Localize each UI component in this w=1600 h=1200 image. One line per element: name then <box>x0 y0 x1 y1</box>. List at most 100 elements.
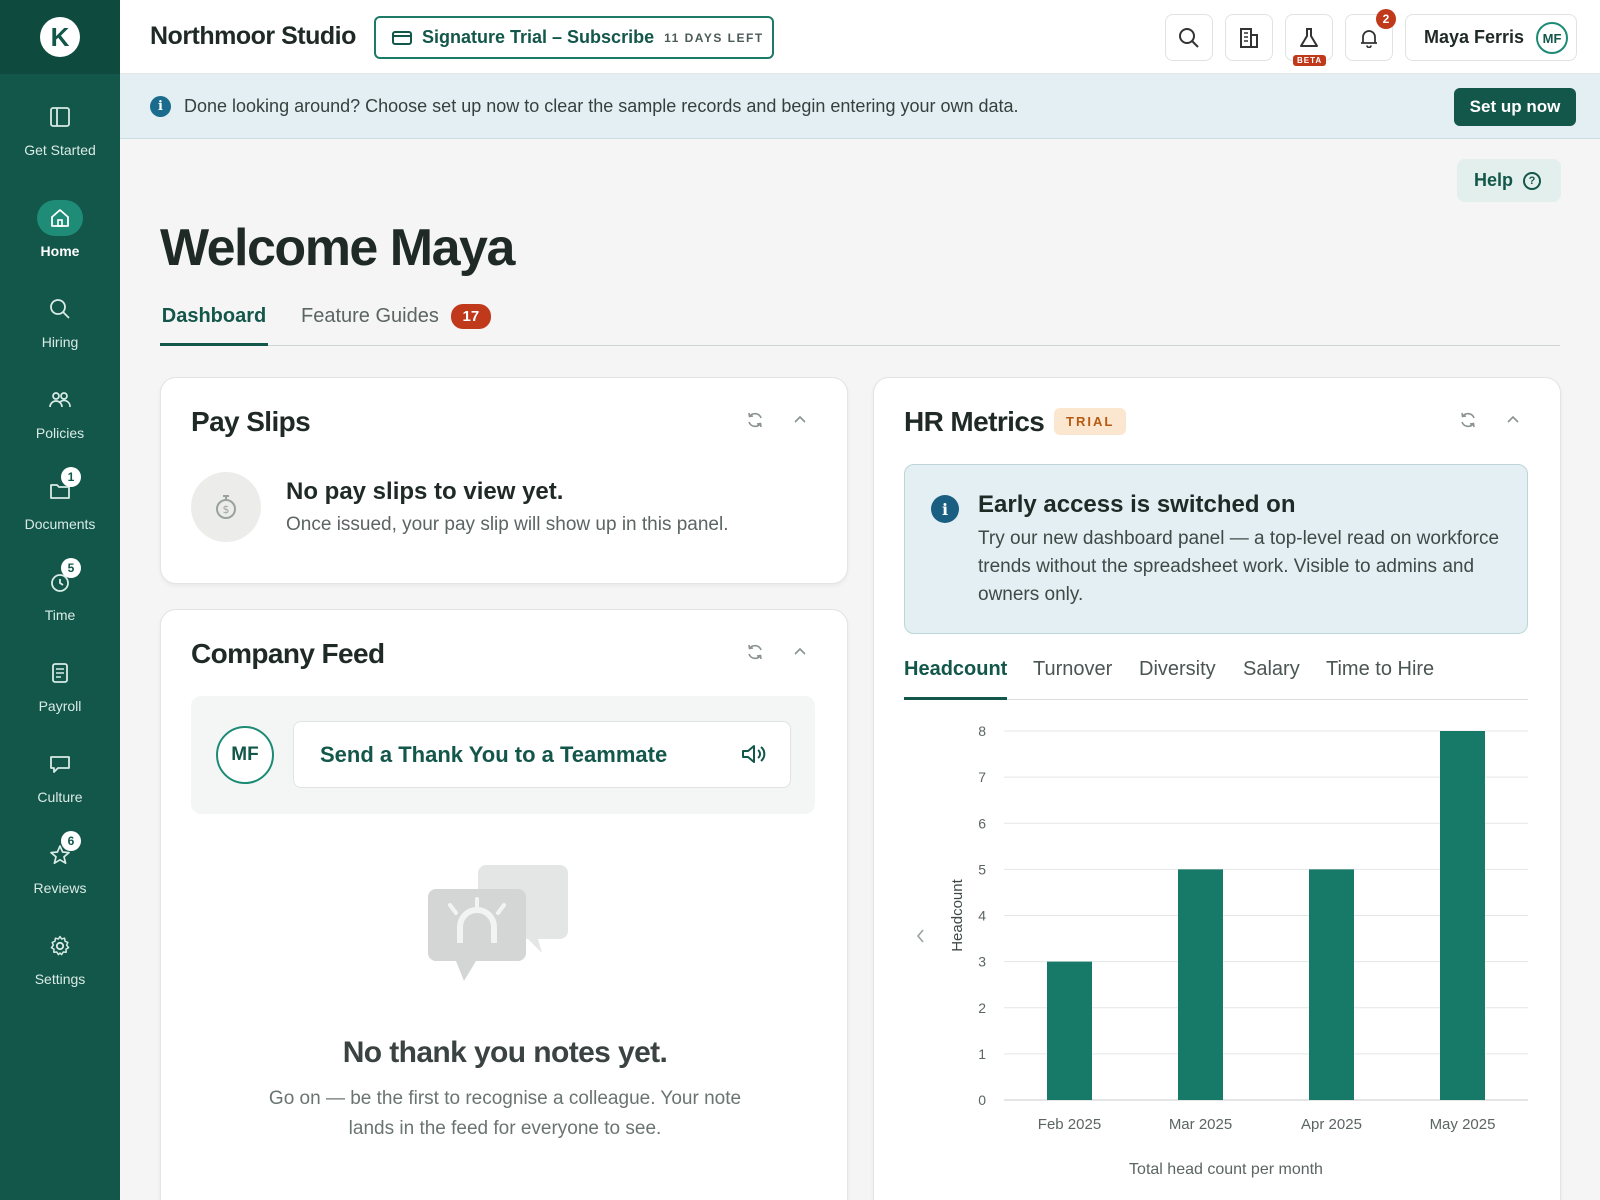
sidebar: K Get Started Home Hiring Policies 1 Document… <box>0 0 120 1200</box>
sidebar-badge: 6 <box>61 830 81 851</box>
x-axis-label: Total head count per month <box>1129 1161 1323 1178</box>
collapse-button[interactable] <box>788 640 812 664</box>
bar <box>1309 869 1354 1100</box>
y-tick-label: 8 <box>978 723 986 739</box>
bar <box>1440 731 1485 1100</box>
chevron-left-icon[interactable] <box>916 929 924 943</box>
main-tabs: Dashboard Feature Guides 17 <box>160 297 1560 346</box>
folder-icon: 1 <box>37 466 83 509</box>
payslip-icon: $ <box>191 472 261 542</box>
send-thank-you-button[interactable]: Send a Thank You to a Teammate <box>293 721 791 788</box>
x-tick-label: Mar 2025 <box>1169 1116 1232 1133</box>
x-tick-label: May 2025 <box>1430 1116 1496 1133</box>
collapse-button[interactable] <box>788 408 812 432</box>
y-tick-label: 5 <box>978 861 986 877</box>
sidebar-badge: 1 <box>61 466 81 487</box>
bell-icon <box>1361 29 1377 48</box>
notifications-button[interactable]: 2 <box>1345 9 1396 61</box>
sidebar-item-label: Reviews <box>33 879 87 896</box>
org-name: Northmoor Studio <box>150 22 356 50</box>
sidebar-item-reviews[interactable]: 6 Reviews <box>0 821 120 912</box>
top-bar: Northmoor Studio Signature Trial – Subsc… <box>120 0 1600 74</box>
sidebar-item-label: Hiring <box>41 333 79 350</box>
metrics-tabs: Headcount Turnover Diversity Salary Time… <box>904 658 1528 700</box>
avatar: MF <box>1536 22 1568 54</box>
refresh-button[interactable] <box>1456 408 1480 432</box>
tab-diversity[interactable]: Diversity <box>1139 658 1216 700</box>
pay-slips-card: Pay Slips $ No pay slips to view yet. On… <box>160 377 848 584</box>
tab-salary[interactable]: Salary <box>1243 658 1300 700</box>
collapse-button[interactable] <box>1501 408 1525 432</box>
search-button[interactable] <box>1165 14 1213 61</box>
set-up-now-button[interactable]: Set up now <box>1454 88 1576 126</box>
sidebar-item-label: Time <box>44 606 76 623</box>
help-button[interactable]: Help ? <box>1457 159 1561 202</box>
hr-metrics-card: HR Metrics TRIAL i Early access is switc… <box>873 377 1561 1200</box>
y-axis-label: Headcount <box>949 878 966 951</box>
y-tick-label: 3 <box>978 954 986 970</box>
pay-slips-title: Pay Slips <box>191 406 311 437</box>
sidebar-item-label: Settings <box>34 970 86 987</box>
refresh-button[interactable] <box>743 640 767 664</box>
sidebar-item-label: Home <box>40 242 80 259</box>
early-access-heading: Early access is switched on <box>978 491 1296 518</box>
trial-label: Signature Trial – Subscribe <box>422 27 655 47</box>
refresh-icon <box>1461 412 1475 428</box>
trial-subscribe-button[interactable]: Signature Trial – Subscribe 11 DAYS LEFT <box>374 16 774 59</box>
x-tick-label: Apr 2025 <box>1301 1116 1362 1133</box>
pay-slips-empty-text: Once issued, your pay slip will show up … <box>286 514 729 535</box>
star-icon: 6 <box>37 830 83 873</box>
feature-guides-count-badge: 17 <box>450 304 491 329</box>
refresh-button[interactable] <box>743 408 767 432</box>
sidebar-item-policies[interactable]: Policies <box>0 366 120 457</box>
page-title: Welcome Maya <box>160 219 515 277</box>
gear-icon <box>37 928 83 964</box>
banner-text: Done looking around? Choose set up now t… <box>184 96 1019 116</box>
flask-icon <box>1300 27 1318 47</box>
user-menu-button[interactable]: Maya Ferris MF <box>1405 14 1577 61</box>
tab-feature-guides-label: Feature Guides <box>301 305 439 327</box>
tab-turnover[interactable]: Turnover <box>1033 658 1112 700</box>
sidebar-item-documents[interactable]: 1 Documents <box>0 457 120 548</box>
feed-empty-text: Go on — be the first to recognise a coll… <box>268 1088 742 1139</box>
refresh-icon <box>748 412 762 428</box>
question-icon: ? <box>1523 171 1542 190</box>
clock-icon: 5 <box>37 557 83 600</box>
y-tick-label: 7 <box>978 769 986 785</box>
sidebar-item-settings[interactable]: Settings <box>0 912 120 1003</box>
sidebar-item-culture[interactable]: Culture <box>0 730 120 821</box>
info-icon: i <box>150 96 171 117</box>
sidebar-item-payroll[interactable]: Payroll <box>0 639 120 730</box>
y-tick-label: 6 <box>978 815 986 831</box>
sidebar-badge: 5 <box>61 557 81 578</box>
svg-text:$: $ <box>223 503 230 516</box>
beta-tag: BETA <box>1293 55 1327 66</box>
avatar: MF <box>216 726 274 784</box>
sidebar-item-get-started[interactable]: Get Started <box>0 74 120 184</box>
org-chart-button[interactable] <box>1225 14 1273 61</box>
trial-badge: TRIAL <box>1054 408 1127 435</box>
tab-time-to-hire[interactable]: Time to Hire <box>1326 658 1434 700</box>
company-feed-title: Company Feed <box>191 638 385 669</box>
search-icon <box>1179 27 1199 48</box>
app-logo[interactable]: K <box>40 17 80 57</box>
send-thank-you-label: Send a Thank You to a Teammate <box>320 741 668 767</box>
sidebar-item-label: Get Started <box>24 142 96 158</box>
tab-headcount[interactable]: Headcount <box>904 658 1008 700</box>
sidebar-item-label: Payroll <box>38 697 82 714</box>
tab-feature-guides[interactable]: Feature Guides 17 <box>301 297 491 346</box>
sidebar-item-home[interactable]: Home <box>0 184 120 275</box>
tab-dashboard[interactable]: Dashboard <box>160 297 268 346</box>
home-icon <box>37 199 83 236</box>
y-tick-label: 2 <box>978 1000 986 1016</box>
chevron-up-icon <box>794 647 806 655</box>
sidebar-item-hiring[interactable]: Hiring <box>0 275 120 366</box>
y-tick-label: 1 <box>978 1046 986 1062</box>
early-access-notice: i Early access is switched on Try our ne… <box>904 464 1528 634</box>
bar <box>1178 869 1223 1100</box>
logo-area: K <box>0 0 120 74</box>
sidebar-item-time[interactable]: 5 Time <box>0 548 120 639</box>
beta-labs-button[interactable]: BETA <box>1285 14 1333 66</box>
help-label: Help <box>1474 170 1514 190</box>
tab-dashboard-label: Dashboard <box>161 305 267 327</box>
